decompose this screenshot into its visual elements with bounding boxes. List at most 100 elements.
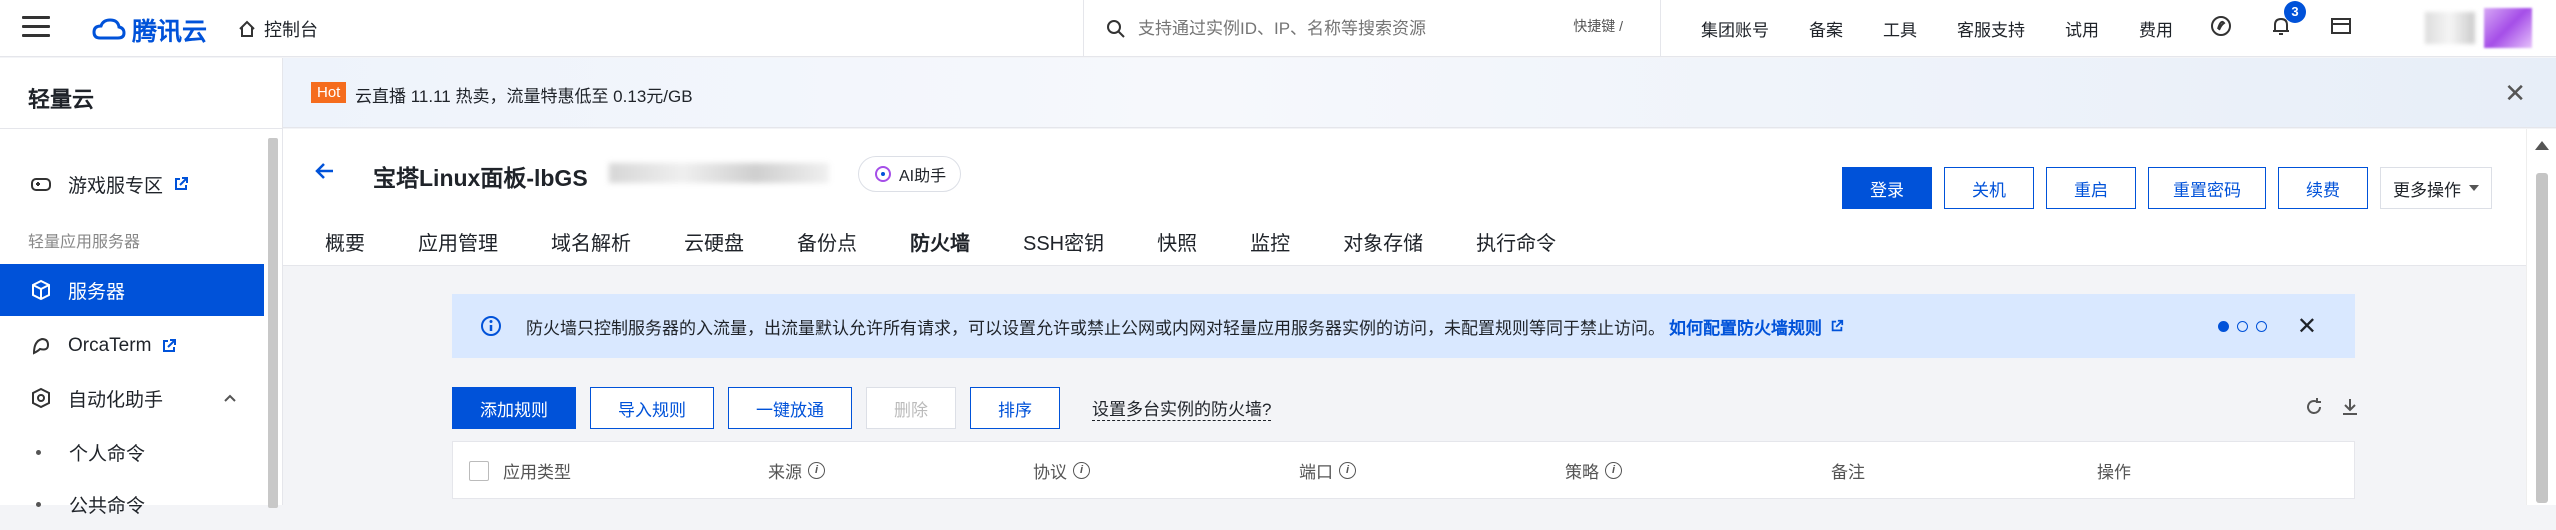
scroll-up-icon[interactable] <box>2535 141 2549 150</box>
carousel-dot[interactable] <box>2218 321 2229 332</box>
top-link-billing[interactable]: 费用 <box>2139 16 2173 41</box>
banner-close-icon[interactable]: ✕ <box>2504 78 2526 109</box>
info-tooltip-icon[interactable]: i <box>1073 461 1090 479</box>
page-scrollbar[interactable] <box>2526 129 2556 505</box>
top-link-support[interactable]: 客服支持 <box>1957 16 2025 41</box>
sort-button[interactable]: 排序 <box>970 387 1060 429</box>
sidebar-item-public-commands[interactable]: 公共命令 <box>0 478 264 530</box>
column-policy: 策略 i <box>1565 458 1622 483</box>
sidebar-section-label: 轻量应用服务器 <box>28 234 141 251</box>
info-tooltip-icon[interactable]: i <box>1339 461 1356 479</box>
console-link[interactable]: 控制台 <box>238 16 318 42</box>
column-source: 来源 i <box>768 458 825 483</box>
tab-overview[interactable]: 概要 <box>325 227 365 269</box>
tab-snapshots[interactable]: 快照 <box>1157 227 1197 269</box>
sidebar-scrollbar[interactable] <box>268 138 278 508</box>
carousel-dots[interactable] <box>2210 321 2267 332</box>
sidebar-item-orcaterm[interactable]: OrcaTerm <box>0 320 264 372</box>
brand-name: 腾讯云 <box>132 18 208 46</box>
tab-ssh-keys[interactable]: SSH密钥 <box>1023 227 1104 269</box>
tab-backup[interactable]: 备份点 <box>797 227 857 269</box>
sidebar-item-game-zone[interactable]: 游戏服专区 <box>0 158 264 210</box>
ai-assistant-label: AI助手 <box>899 168 947 185</box>
back-arrow-icon[interactable] <box>313 159 337 183</box>
more-actions-dropdown[interactable]: 更多操作 <box>2380 167 2492 209</box>
menu-icon[interactable] <box>22 16 50 40</box>
restart-button[interactable]: 重启 <box>2046 167 2136 209</box>
promo-banner[interactable]: Hot 云直播 11.11 热卖，流量特惠低至 0.13元/GB ✕ <box>283 58 2556 128</box>
carousel-dot[interactable] <box>2237 321 2248 332</box>
billing-card-icon[interactable] <box>2330 15 2352 42</box>
tab-dns[interactable]: 域名解析 <box>551 227 631 269</box>
reset-password-button[interactable]: 重置密码 <box>2148 167 2266 209</box>
global-search[interactable]: 快捷键 / <box>1083 0 1643 57</box>
orca-icon <box>32 337 50 355</box>
add-rule-button[interactable]: 添加规则 <box>452 387 576 429</box>
firewall-toolbar: 添加规则 导入规则 一键放通 删除 排序 设置多台实例的防火墙? <box>452 387 1272 429</box>
sidebar-item-personal-commands[interactable]: 个人命令 <box>0 426 264 478</box>
sidebar-item-label: 自动化助手 <box>68 389 164 411</box>
refresh-icon[interactable] <box>2304 397 2324 422</box>
select-all-checkbox[interactable] <box>469 461 489 481</box>
account-name[interactable] <box>2425 12 2475 44</box>
search-input[interactable] <box>1138 18 1538 39</box>
allow-all-button[interactable]: 一键放通 <box>728 387 852 429</box>
top-link-group-account[interactable]: 集团账号 <box>1701 16 1769 41</box>
firewall-help-link-label: 如何配置防火墙规则 <box>1669 318 1822 338</box>
sidebar-divider <box>0 128 283 129</box>
banner-text[interactable]: 云直播 11.11 热卖，流量特惠低至 0.13元/GB <box>355 82 693 107</box>
sidebar-title: 轻量云 <box>28 87 95 112</box>
sidebar-item-label: 个人命令 <box>69 443 146 465</box>
sidebar-item-servers[interactable]: 服务器 <box>0 264 264 316</box>
console-label: 控制台 <box>264 20 318 40</box>
column-label: 策略 <box>1565 462 1599 482</box>
tab-object-storage[interactable]: 对象存储 <box>1343 227 1423 269</box>
renew-button[interactable]: 续费 <box>2278 167 2368 209</box>
download-icon[interactable] <box>2340 397 2360 422</box>
bullet-icon <box>36 501 41 507</box>
top-icons: 3 <box>2210 0 2390 57</box>
carousel-dot[interactable] <box>2256 321 2267 332</box>
top-links: 集团账号 备案 工具 客服支持 试用 费用 <box>1660 0 2193 57</box>
brand-logo[interactable]: 腾讯云 <box>92 12 207 48</box>
instance-actions: 登录 关机 重启 重置密码 续费 更多操作 <box>1830 167 2492 209</box>
tab-monitoring[interactable]: 监控 <box>1250 227 1290 269</box>
alert-close-icon[interactable]: ✕ <box>2297 312 2317 341</box>
column-label: 来源 <box>768 462 802 482</box>
assistant-icon[interactable] <box>2210 15 2232 42</box>
top-link-tools[interactable]: 工具 <box>1883 16 1917 41</box>
column-protocol: 协议 i <box>1033 458 1090 483</box>
top-link-trial[interactable]: 试用 <box>2065 16 2099 41</box>
sidebar-item-label: OrcaTerm <box>68 335 152 356</box>
column-label: 应用类型 <box>503 462 571 482</box>
import-rules-button[interactable]: 导入规则 <box>590 387 714 429</box>
scrollbar-thumb[interactable] <box>2536 173 2548 503</box>
top-link-filing[interactable]: 备案 <box>1809 16 1843 41</box>
rules-table-header: 应用类型 来源 i 协议 i 端口 i 策略 i 备注 操作 <box>452 441 2355 499</box>
column-app-type: 应用类型 <box>503 458 571 483</box>
bell-icon[interactable]: 3 <box>2270 1 2306 42</box>
firewall-help-link[interactable]: 如何配置防火墙规则 <box>1669 314 1868 339</box>
sidebar-item-automation[interactable]: 自动化助手 <box>0 372 264 424</box>
login-button[interactable]: 登录 <box>1842 167 1932 209</box>
shutdown-button[interactable]: 关机 <box>1944 167 2034 209</box>
info-tooltip-icon[interactable]: i <box>1605 461 1622 479</box>
tab-firewall[interactable]: 防火墙 <box>910 227 970 269</box>
caret-down-icon <box>2469 185 2479 191</box>
tab-run-command[interactable]: 执行命令 <box>1476 227 1556 269</box>
multi-instance-firewall-link[interactable]: 设置多台实例的防火墙? <box>1092 395 1272 421</box>
avatar[interactable] <box>2484 8 2532 48</box>
info-tooltip-icon[interactable]: i <box>808 461 825 479</box>
sidebar-item-label: 公共命令 <box>69 495 146 517</box>
search-icon <box>1107 19 1125 38</box>
ai-assistant-button[interactable]: AI助手 <box>858 156 962 192</box>
column-label: 操作 <box>2097 462 2131 482</box>
tab-cloud-disk[interactable]: 云硬盘 <box>684 227 744 269</box>
delete-button[interactable]: 删除 <box>866 387 956 429</box>
external-link-icon <box>175 177 189 190</box>
tab-bar: 概要 应用管理 域名解析 云硬盘 备份点 防火墙 SSH密钥 快照 监控 对象存… <box>325 227 1609 269</box>
tab-app-management[interactable]: 应用管理 <box>418 227 498 269</box>
column-label: 协议 <box>1033 462 1067 482</box>
column-label: 端口 <box>1299 462 1333 482</box>
column-remark: 备注 <box>1831 458 1865 483</box>
